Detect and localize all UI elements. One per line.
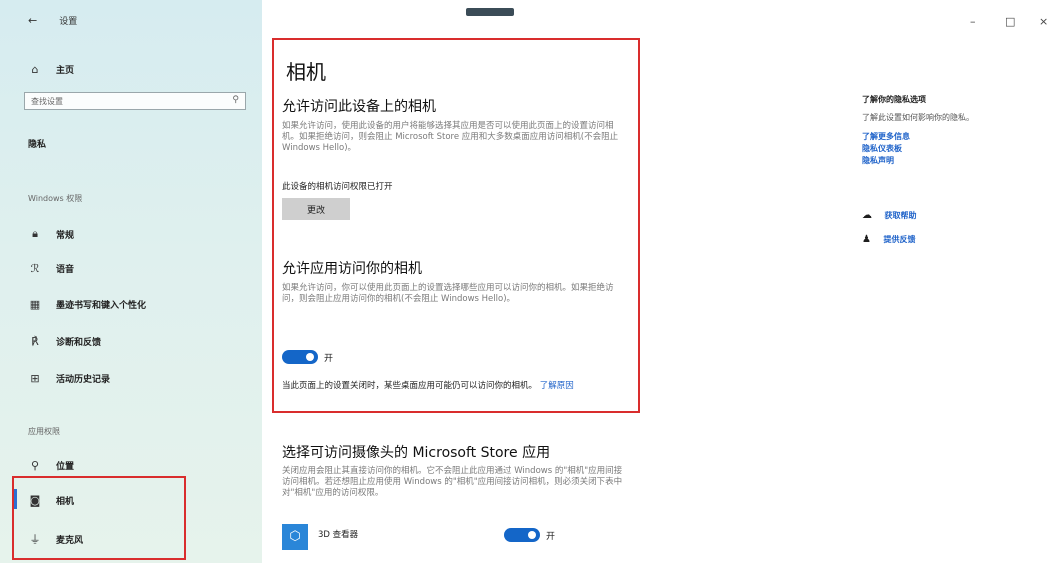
search-placeholder: 查找设置: [31, 97, 63, 106]
keyboard-icon: ▦: [29, 298, 41, 311]
feedback-row[interactable]: ♟ 提供反馈: [862, 234, 916, 245]
history-icon: ⊞: [30, 372, 40, 385]
speech-icon: ℛ: [30, 262, 40, 275]
sidebar-item-feedback[interactable]: ℟ 诊断和反馈: [28, 335, 101, 348]
sidebar-item-inking[interactable]: ▦ 墨迹书写和键入个性化: [28, 298, 146, 311]
sidebar-item-label: 语音: [56, 265, 75, 275]
3d-viewer-toggle[interactable]: [504, 528, 540, 542]
chat-icon: ☁: [862, 210, 872, 221]
page-title: 相机: [286, 60, 326, 84]
sidebar-item-label: 位置: [56, 462, 75, 472]
title-row: ← 设置: [28, 14, 77, 27]
minimize-button[interactable]: –: [970, 15, 976, 28]
back-arrow-icon[interactable]: ←: [28, 14, 37, 27]
learn-more-link[interactable]: 了解更多信息: [862, 131, 910, 142]
search-icon: ⚲: [232, 95, 239, 105]
sidebar-item-label: 墨迹书写和键入个性化: [56, 301, 147, 311]
section1-description: 如果允许访问，使用此设备的用户将能够选择其应用是否可以使用此页面上的设置访问相机…: [282, 121, 619, 153]
sidebar-home[interactable]: ⌂ 主页: [28, 63, 75, 76]
privacy-dashboard-link[interactable]: 隐私仪表板: [862, 143, 902, 154]
sidebar-item-label: 诊断和反馈: [56, 338, 102, 348]
toggle-state-label: 开: [324, 354, 334, 364]
toggle-knob: [306, 353, 314, 361]
search-input[interactable]: 查找设置 ⚲: [24, 92, 246, 110]
sidebar-item-label: 常规: [56, 230, 75, 241]
section2-heading: 允许应用访问你的相机: [282, 261, 422, 277]
maximize-button[interactable]: □: [1005, 15, 1015, 28]
section2-description: 如果允许访问，你可以使用此页面上的设置选择哪些应用可以访问你的相机。如果拒绝访问…: [282, 283, 614, 304]
sidebar-item-location[interactable]: ⚲ 位置: [28, 459, 74, 472]
privacy-statement-link[interactable]: 隐私声明: [862, 155, 894, 166]
get-help-row[interactable]: ☁ 获取帮助: [862, 210, 917, 221]
desktop-app-note: 当此页面上的设置关闭时，某些桌面应用可能仍可以访问你的相机。 了解原因: [282, 380, 627, 392]
window-thumbnail: [466, 8, 514, 16]
give-feedback-link: 提供反馈: [883, 235, 916, 244]
app-name-3d-viewer: 3D 查看器: [318, 530, 359, 540]
3d-viewer-toggle-label: 开: [546, 532, 556, 542]
sidebar-item-activity[interactable]: ⊞ 活动历史记录: [28, 372, 110, 385]
privacy-options-subtitle: 了解此设置如何影响你的隐私。: [862, 113, 974, 122]
feedback-icon: ℟: [31, 335, 39, 348]
note-text: 当此页面上的设置关闭时，某些桌面应用可能仍可以访问你的相机。: [282, 381, 538, 391]
sidebar-category: 隐私: [28, 137, 46, 150]
section1-heading: 允许访问此设备上的相机: [282, 99, 436, 115]
home-icon: ⌂: [31, 63, 39, 76]
get-help-link: 获取帮助: [884, 211, 917, 220]
app-access-toggle[interactable]: [282, 350, 318, 364]
app-permissions-heading: 应用权限: [28, 427, 60, 436]
feedback-person-icon: ♟: [862, 234, 871, 245]
toggle-knob: [528, 531, 536, 539]
3d-viewer-icon: ⬡: [282, 524, 308, 550]
sidebar-home-label: 主页: [56, 66, 75, 76]
sidebar-item-speech[interactable]: ℛ 语音: [28, 262, 74, 275]
lock-icon: 🔒︎: [32, 227, 38, 240]
category-label: 隐私: [28, 140, 47, 150]
sidebar-item-general[interactable]: 🔒︎ 常规: [28, 227, 74, 241]
close-button[interactable]: ×: [1039, 15, 1048, 28]
learn-why-link[interactable]: 了解原因: [540, 381, 574, 391]
windows-permissions-heading: Windows 权限: [28, 194, 83, 203]
location-icon: ⚲: [30, 459, 40, 472]
section3-heading: 选择可访问摄像头的 Microsoft Store 应用: [282, 445, 551, 461]
window-title: 设置: [59, 17, 78, 27]
sidebar-highlight-box: [12, 476, 186, 560]
sidebar-item-label: 活动历史记录: [56, 375, 111, 385]
privacy-options-title: 了解你的隐私选项: [862, 95, 926, 104]
section3-description: 关闭应用会阻止其直接访问你的相机。它不会阻止此应用通过 Windows 的"相机…: [282, 466, 623, 498]
change-button[interactable]: 更改: [282, 198, 350, 220]
camera-access-status: 此设备的相机访问权限已打开: [282, 182, 393, 192]
